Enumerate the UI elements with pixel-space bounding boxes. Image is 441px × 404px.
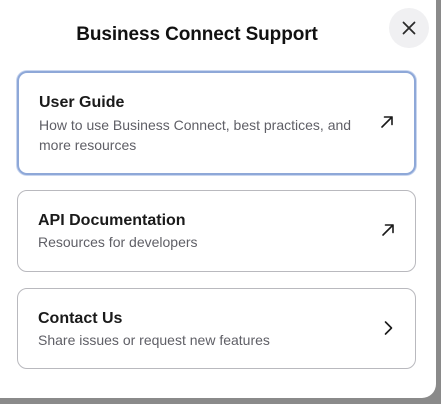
contact-us-description: Share issues or request new features: [38, 332, 270, 348]
close-button[interactable]: [389, 8, 429, 48]
chevron-right-icon: [384, 321, 393, 335]
contact-us-title: Contact Us: [38, 310, 123, 327]
support-modal: Business Connect Support User Guide How …: [0, 0, 436, 398]
close-icon: [402, 21, 416, 35]
user-guide-card[interactable]: User Guide How to use Business Connect, …: [17, 71, 416, 175]
user-guide-description: How to use Business Connect, best practi…: [39, 117, 352, 153]
api-documentation-card[interactable]: API Documentation Resources for develope…: [17, 190, 416, 272]
external-link-arrow-icon: [381, 116, 393, 128]
contact-us-card[interactable]: Contact Us Share issues or request new f…: [17, 288, 416, 369]
user-guide-title: User Guide: [39, 94, 125, 111]
modal-title: Business Connect Support: [76, 24, 318, 45]
external-link-arrow-icon: [382, 224, 394, 236]
api-documentation-description: Resources for developers: [38, 234, 198, 250]
api-documentation-title: API Documentation: [38, 212, 186, 229]
